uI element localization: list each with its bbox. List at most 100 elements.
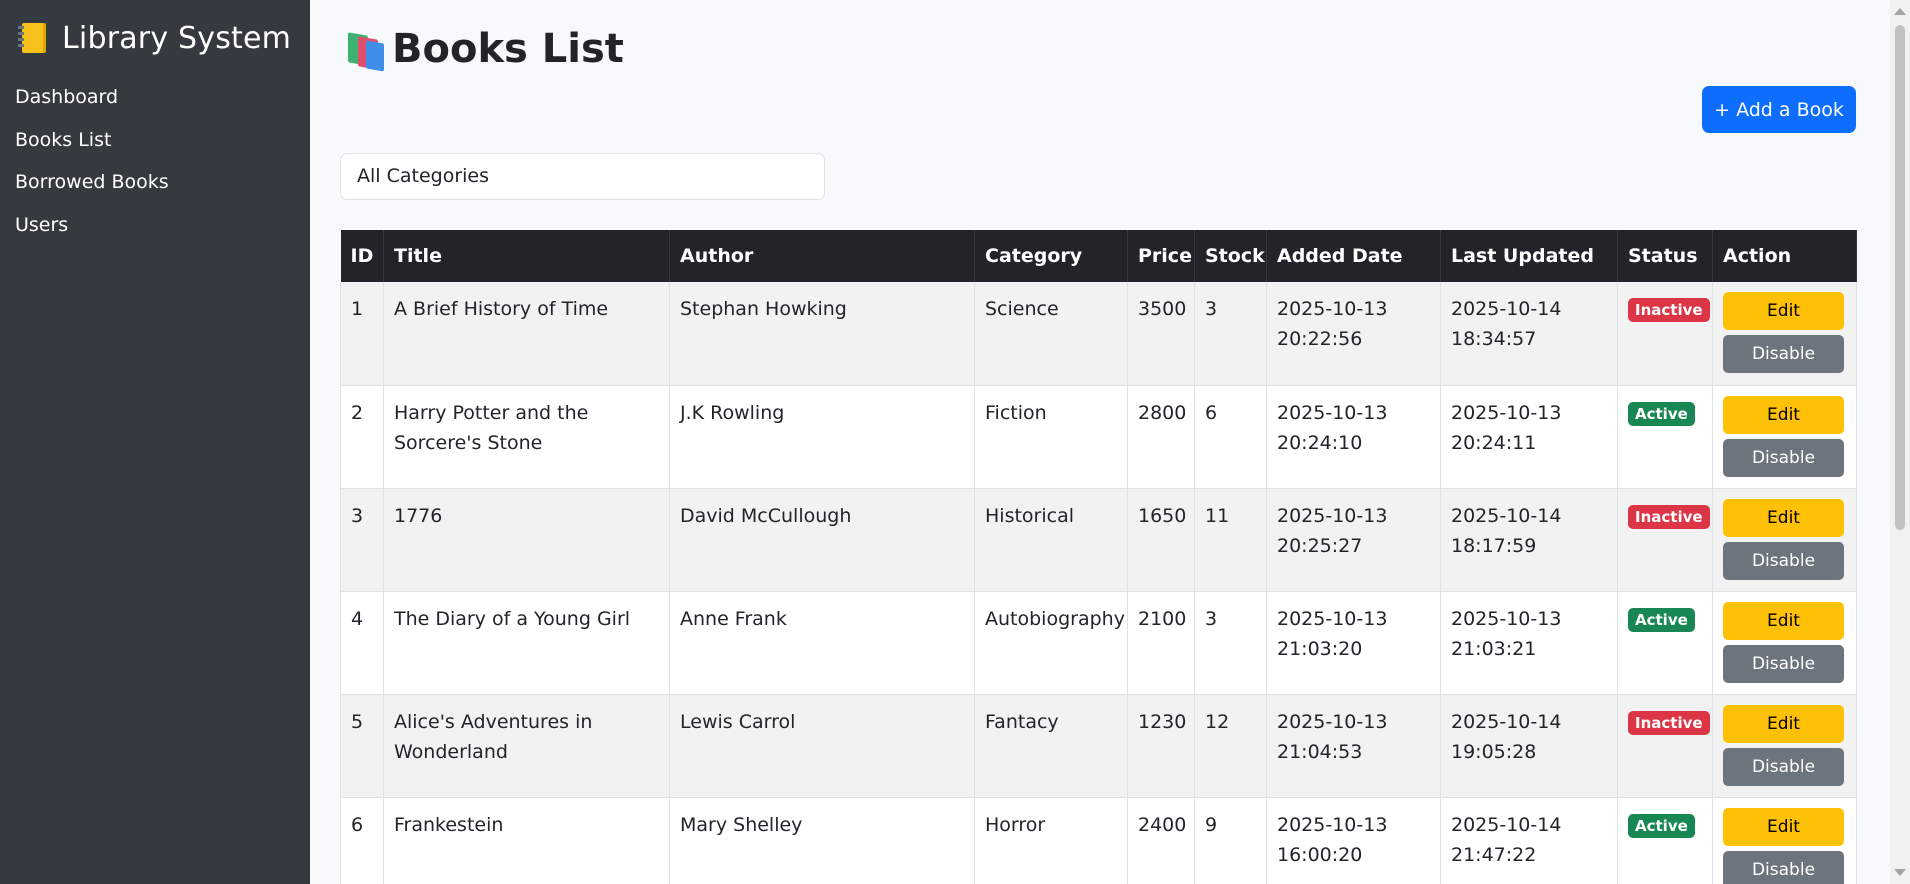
cell-title: Frankestein bbox=[383, 797, 670, 884]
header-id: ID bbox=[340, 230, 384, 282]
sidebar-item-dashboard[interactable]: Dashboard bbox=[0, 76, 310, 119]
disable-button[interactable]: Disable bbox=[1723, 644, 1844, 683]
cell-title: Alice's Adventures in Wonderland bbox=[383, 694, 670, 798]
header-action: Action bbox=[1712, 230, 1857, 282]
cell-category: Science bbox=[974, 282, 1128, 386]
cell-status: Inactive bbox=[1617, 488, 1713, 592]
cell-category: Fantacy bbox=[974, 694, 1128, 798]
cell-added-date: 2025-10-13 20:24:10 bbox=[1266, 385, 1441, 489]
cell-added-date: 2025-10-13 21:04:53 bbox=[1266, 694, 1441, 798]
cell-price: 2800 bbox=[1127, 385, 1195, 489]
cell-stock: 9 bbox=[1194, 797, 1267, 884]
cell-id: 4 bbox=[340, 591, 384, 695]
header-last-updated: Last Updated bbox=[1440, 230, 1618, 282]
sidebar-item-users[interactable]: Users bbox=[0, 204, 310, 247]
cell-price: 2100 bbox=[1127, 591, 1195, 695]
add-book-button[interactable]: + Add a Book bbox=[1702, 86, 1856, 133]
cell-author: Stephan Howking bbox=[669, 282, 975, 386]
header-status: Status bbox=[1617, 230, 1713, 282]
cell-status: Inactive bbox=[1617, 282, 1713, 386]
cell-action: Edit Disable bbox=[1712, 591, 1857, 695]
cell-price: 1230 bbox=[1127, 694, 1195, 798]
disable-button[interactable]: Disable bbox=[1723, 747, 1844, 786]
edit-button[interactable]: Edit bbox=[1723, 292, 1844, 330]
brand-title: Library System bbox=[62, 20, 292, 56]
table-header-row: ID Title Author Category Price Stock Add… bbox=[340, 230, 1857, 282]
status-badge: Active bbox=[1628, 607, 1695, 632]
edit-button[interactable]: Edit bbox=[1723, 704, 1844, 743]
header-price: Price bbox=[1127, 230, 1195, 282]
cell-added-date: 2025-10-13 16:00:20 bbox=[1266, 797, 1441, 884]
sidebar-item-books-list[interactable]: Books List bbox=[0, 119, 310, 162]
cell-last-updated: 2025-10-14 21:47:22 bbox=[1440, 797, 1618, 884]
cell-category: Fiction bbox=[974, 385, 1128, 489]
cell-added-date: 2025-10-13 20:25:27 bbox=[1266, 488, 1441, 592]
status-badge: Inactive bbox=[1628, 504, 1710, 529]
edit-button[interactable]: Edit bbox=[1723, 601, 1844, 640]
cell-title: Harry Potter and the Sorcere's Stone bbox=[383, 385, 670, 489]
cell-category: Horror bbox=[974, 797, 1128, 884]
disable-button[interactable]: Disable bbox=[1723, 850, 1844, 884]
main-content: Books List + Add a Book All Categories I… bbox=[310, 0, 1890, 884]
sidebar-nav: Dashboard Books List Borrowed Books User… bbox=[0, 76, 310, 246]
cell-action: Edit Disable bbox=[1712, 282, 1857, 386]
table-row: 2 Harry Potter and the Sorcere's Stone J.K… bbox=[340, 385, 1857, 489]
edit-button[interactable]: Edit bbox=[1723, 807, 1844, 846]
cell-author: David McCullough bbox=[669, 488, 975, 592]
status-badge: Inactive bbox=[1628, 710, 1710, 735]
edit-button[interactable]: Edit bbox=[1723, 395, 1844, 434]
books-table: ID Title Author Category Price Stock Add… bbox=[340, 230, 1857, 884]
status-badge: Active bbox=[1628, 813, 1695, 838]
page-scrollbar[interactable] bbox=[1890, 0, 1910, 884]
cell-stock: 6 bbox=[1194, 385, 1267, 489]
cell-last-updated: 2025-10-14 18:34:57 bbox=[1440, 282, 1618, 386]
notebook-icon bbox=[18, 21, 46, 55]
cell-category: Autobiography bbox=[974, 591, 1128, 695]
table-row: 5 Alice's Adventures in Wonderland Lewis C… bbox=[340, 694, 1857, 798]
disable-button[interactable]: Disable bbox=[1723, 541, 1844, 580]
page-title-text: Books List bbox=[392, 26, 624, 72]
cell-status: Inactive bbox=[1617, 694, 1713, 798]
cell-title: The Diary of a Young Girl bbox=[383, 591, 670, 695]
scroll-thumb[interactable] bbox=[1895, 25, 1905, 530]
table-row: 3 1776 David McCullough Historical 1650 11 202… bbox=[340, 488, 1857, 592]
cell-added-date: 2025-10-13 21:03:20 bbox=[1266, 591, 1441, 695]
cell-id: 2 bbox=[340, 385, 384, 489]
cell-id: 3 bbox=[340, 488, 384, 592]
cell-stock: 12 bbox=[1194, 694, 1267, 798]
cell-title: A Brief History of Time bbox=[383, 282, 670, 386]
cell-last-updated: 2025-10-13 20:24:11 bbox=[1440, 385, 1618, 489]
app-window: Library System Dashboard Books List Borr… bbox=[0, 0, 1910, 884]
cell-title: 1776 bbox=[383, 488, 670, 592]
cell-status: Active bbox=[1617, 797, 1713, 884]
scroll-up-icon[interactable] bbox=[1894, 8, 1906, 15]
cell-author: Mary Shelley bbox=[669, 797, 975, 884]
cell-price: 3500 bbox=[1127, 282, 1195, 386]
header-author: Author bbox=[669, 230, 975, 282]
disable-button[interactable]: Disable bbox=[1723, 438, 1844, 477]
table-body: 1A Brief History of Time Stephan Howking S… bbox=[340, 282, 1857, 884]
cell-last-updated: 2025-10-14 19:05:28 bbox=[1440, 694, 1618, 798]
cell-last-updated: 2025-10-13 21:03:21 bbox=[1440, 591, 1618, 695]
sidebar: Library System Dashboard Books List Borr… bbox=[0, 0, 310, 884]
edit-button[interactable]: Edit bbox=[1723, 498, 1844, 537]
status-badge: Inactive bbox=[1628, 298, 1710, 322]
disable-button[interactable]: Disable bbox=[1723, 335, 1844, 373]
cell-author: Anne Frank bbox=[669, 591, 975, 695]
cell-action: Edit Disable bbox=[1712, 385, 1857, 489]
header-added-date: Added Date bbox=[1266, 230, 1441, 282]
scroll-down-icon[interactable] bbox=[1894, 869, 1906, 876]
cell-action: Edit Disable bbox=[1712, 694, 1857, 798]
cell-stock: 3 bbox=[1194, 282, 1267, 386]
status-badge: Active bbox=[1628, 401, 1695, 426]
cell-status: Active bbox=[1617, 385, 1713, 489]
sidebar-item-borrowed-books[interactable]: Borrowed Books bbox=[0, 161, 310, 204]
cell-id: 1 bbox=[340, 282, 384, 386]
table-row: 1A Brief History of Time Stephan Howking S… bbox=[340, 282, 1857, 386]
books-icon bbox=[346, 28, 386, 72]
cell-added-date: 2025-10-13 20:22:56 bbox=[1266, 282, 1441, 386]
cell-price: 2400 bbox=[1127, 797, 1195, 884]
cell-id: 6 bbox=[340, 797, 384, 884]
header-category: Category bbox=[974, 230, 1128, 282]
category-filter-select[interactable]: All Categories bbox=[340, 153, 825, 200]
